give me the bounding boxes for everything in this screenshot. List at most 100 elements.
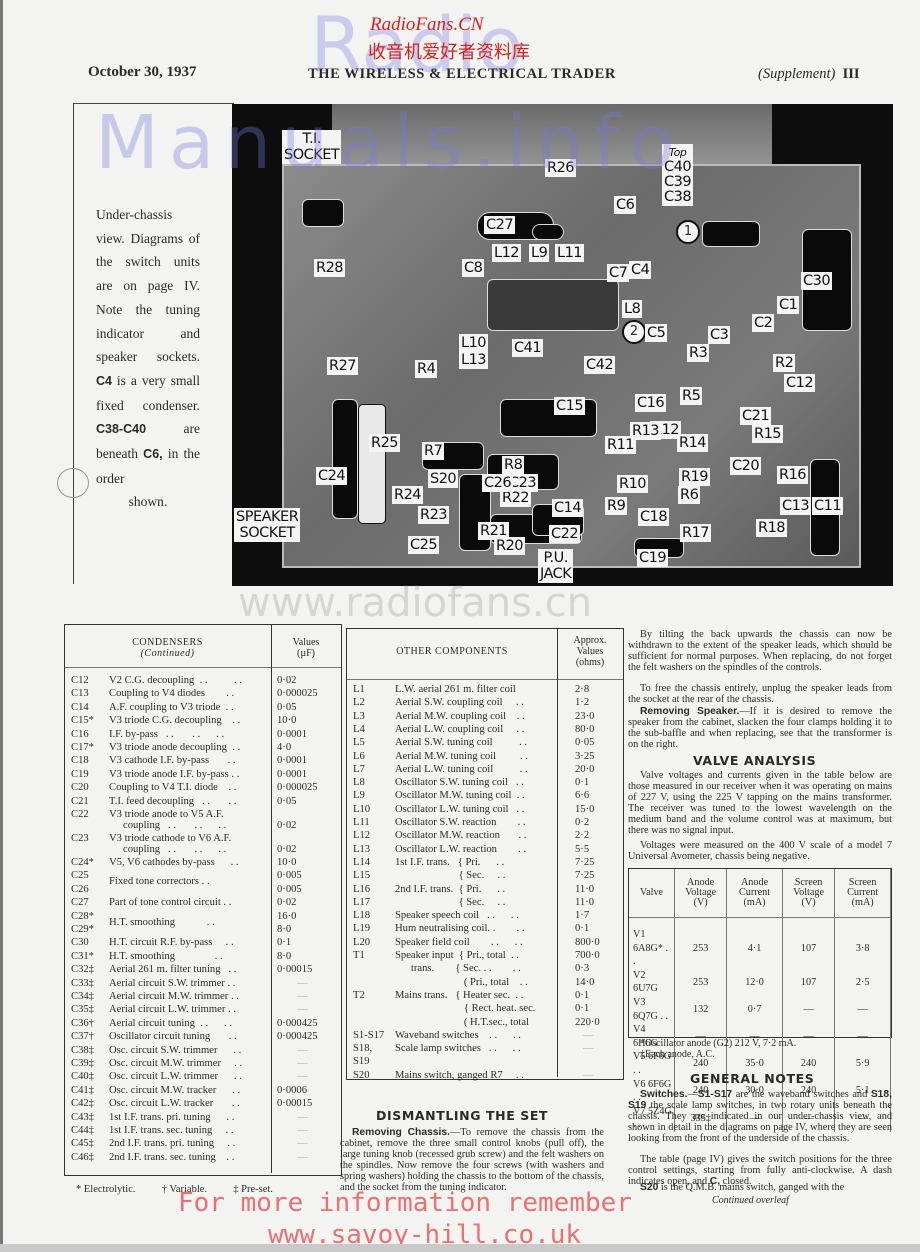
component-r26-bg [532,224,564,240]
label-speaker-socket: SPEAKER SOCKET [234,508,301,542]
label-c12: C12 [784,374,816,392]
component-ref: C19 [71,768,89,780]
component-description: V3 triode cathode to V6 A.F. [109,833,232,844]
label-text: T.I. [302,131,321,147]
component-value: 0·3 [575,963,590,975]
component-ref: L10 [353,803,371,815]
component-description: 1st I.F. trans. { Pri. . . [395,856,505,868]
label-r7: R7 [422,442,445,460]
component-description: V3 triode anode to V5 A.F. [109,809,224,820]
table-row: C22 V3 triode anode to V5 A.F. 0·02 couplin… [65,809,341,831]
valve-column-header: Anode Current (mA) [726,869,783,918]
valve-row: V1 6A8G* . . 253 4·1 107 3·8 [629,917,891,969]
valve-note-1: *Oscillator anode (G2) 212 V, 7·2 mA. [640,1038,797,1049]
component-if-coils [487,279,619,331]
table-row: L13 Oscillator L.W. reaction . . 5·5 [347,844,623,857]
punch-hole-mark [57,468,89,498]
label-r6: R6 [678,486,701,504]
label-r16: R16 [777,466,809,484]
header-text: Approx. [573,635,607,646]
component-ref: S20 [353,1069,370,1081]
table-row: C14 A.F. coupling to V3 triode . . 0·05 [65,702,341,715]
table-row: C41‡ Osc. circuit M.W. tracker . . 0·0006 [65,1085,341,1098]
label-l13: L13 [459,351,489,369]
component-ref: L2 [353,697,365,709]
body-text: are the waveband switches and [732,1089,871,1100]
caption-line: view. Diagrams [96,230,183,246]
table-row: L18 Speaker speech coil . . . . 1·7 [347,910,623,923]
label-c42: C42 [584,356,616,374]
free-chassis-text: To free the chassis entirely, unplug the… [628,683,892,705]
component-ref: C32‡ [71,964,94,976]
label-r8: R8 [502,456,525,474]
component-value: 0·000425 [277,1017,318,1029]
label-c2: C2 [752,314,775,332]
table-row: L16 2nd I.F. trans. { Pri. . . 11·0 [347,884,623,897]
table-row: L3 Aerial M.W. coupling coil . . 23·0 [347,711,623,724]
table-row: C38‡ Osc. circuit S.W. trimmer . . — [65,1045,341,1058]
component-value: 700·0 [575,950,600,961]
header-text: Values [576,646,604,657]
component-value: 6·6 [575,790,590,802]
label-text: SOCKET [284,147,340,163]
component-ref: C29* [71,924,94,935]
component-ref: L8 [353,777,365,789]
table-row: C25 Fixed tone correctors . . 0·005 [65,870,341,887]
component-ref: L14 [353,856,371,868]
component-description: Oscillator circuit tuning . . [109,1031,237,1043]
table-row: C43‡ 1st I.F. trans. pri. tuning . . — [65,1112,341,1125]
component-description: 2nd I.F. trans. { Pri. . . [395,883,506,895]
component-value: 2·8 [575,684,590,695]
component-description: L.W. aerial 261 m. filter coil [395,684,516,695]
component-ref: C21 [71,795,89,807]
component-r25 [358,404,386,524]
table-row: C30 H.T. circuit R.F. by-pass . . 0·1 [65,937,341,950]
component-description: Speaker field coil . . . . [395,936,523,948]
component-value: 7·25 [575,856,595,868]
label-c25: C25 [408,536,440,554]
valve-row: V2 6U7G 253 12·0 107 2·5 [629,968,891,996]
table-row: C21 T.I. feed decoupling . . . . 0·05 [65,796,341,809]
table-row: C15* V3 triode C.G. decoupling . . 10·0 [65,715,341,728]
component-value: 0·0001 [277,728,308,740]
valve-column-header: Valve [629,869,675,918]
component-value: 0·005 [277,883,302,895]
component-ref: C26 [71,883,89,895]
watermark-site-cn: 收音机爱好者资料库 [368,42,530,63]
component-description: Osc. circuit L.W. trimmer . . [109,1071,242,1083]
table-row: C40‡ Osc. circuit L.W. trimmer . . — [65,1071,341,1084]
table-row: T2 Mains trans. { Heater sec. . . 0·1 [347,990,623,1003]
component-ref: C37† [71,1031,94,1043]
component-value: 0·005 [277,870,302,882]
component-value: — [297,1138,308,1150]
label-r19: R19 [679,468,711,486]
component-description: Oscillator S.W. reaction . . [395,817,526,828]
component-value: — [583,1043,594,1055]
label-c19: C19 [637,549,669,567]
photo-caption: Under-chassis view. Diagrams of the swit… [96,203,200,514]
title-text: CONDENSERS [132,637,203,648]
table-row: L7 Aerial L.W. tuning coil . . 20·0 [347,764,623,777]
table-row: C45‡ 2nd I.F. trans. pri. tuning . . — [65,1138,341,1151]
component-description: Oscillator M.W. tuning coil . . [395,790,525,802]
component-description: Scale lamp switches . . . . [395,1043,521,1055]
component-value: — [297,991,308,1002]
component-description: H.T. circuit R.F. by-pass . . [109,937,234,949]
component-value: — [297,1058,308,1069]
caption-text: is a very small fixed condenser. [96,372,200,413]
chassis-tilt-text: By tilting the back upwards the chassis … [628,629,892,673]
component-description: Hum neutralising coil. . . . [395,923,525,935]
table-row: S18, Scale lamp switches . . . . — [347,1043,623,1056]
component-value: 80·0 [575,723,595,735]
label-l9: L9 [529,244,550,262]
table-row: L20 Speaker field coil . . . . 800·0 [347,937,623,950]
component-description: Speaker input { Pri., total . . [395,950,519,961]
switches-note: Switches.—S1-S17 are the waveband switch… [628,1089,892,1144]
table-row: L15 { Sec. . . 7·25 [347,870,623,883]
table-row: trans. { Sec. . . . . 0·3 [347,963,623,976]
component-ref: C45‡ [71,1138,94,1150]
valve-analysis-title: VALVE ANALYSIS [693,753,817,768]
component-ref: C40‡ [71,1071,94,1083]
component-value: 0·02 [277,844,297,855]
table-row: C37† Oscillator circuit tuning . . 0·00042… [65,1031,341,1044]
